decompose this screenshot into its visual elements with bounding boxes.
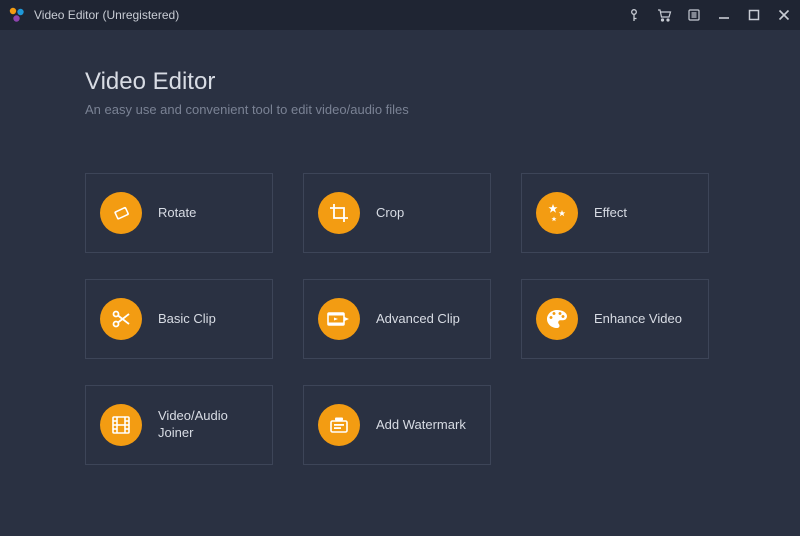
tile-watermark[interactable]: Add Watermark <box>303 385 491 465</box>
key-icon[interactable] <box>626 7 642 23</box>
tile-label: Effect <box>594 205 627 222</box>
advanced-clip-icon <box>318 298 360 340</box>
tile-effect[interactable]: Effect <box>521 173 709 253</box>
tile-joiner[interactable]: Video/Audio Joiner <box>85 385 273 465</box>
tile-rotate[interactable]: Rotate <box>85 173 273 253</box>
tile-label: Add Watermark <box>376 417 466 434</box>
tile-label: Crop <box>376 205 404 222</box>
page-subtitle: An easy use and convenient tool to edit … <box>85 102 715 117</box>
tile-label: Advanced Clip <box>376 311 460 328</box>
tile-label: Basic Clip <box>158 311 216 328</box>
page-title: Video Editor <box>85 68 715 96</box>
close-icon[interactable] <box>776 7 792 23</box>
window-title: Video Editor (Unregistered) <box>34 8 626 22</box>
watermark-icon <box>318 404 360 446</box>
minimize-icon[interactable] <box>716 7 732 23</box>
cart-icon[interactable] <box>656 7 672 23</box>
titlebar-actions <box>626 7 792 23</box>
tool-grid: Rotate Crop Effect <box>85 173 715 465</box>
rotate-icon <box>100 192 142 234</box>
titlebar: Video Editor (Unregistered) <box>0 0 800 30</box>
tile-label: Enhance Video <box>594 311 682 328</box>
crop-icon <box>318 192 360 234</box>
tile-basic-clip[interactable]: Basic Clip <box>85 279 273 359</box>
tile-label: Rotate <box>158 205 196 222</box>
main-content: Video Editor An easy use and convenient … <box>0 30 800 465</box>
menu-icon[interactable] <box>686 7 702 23</box>
tile-advanced-clip[interactable]: Advanced Clip <box>303 279 491 359</box>
film-icon <box>100 404 142 446</box>
app-logo-icon <box>8 6 26 24</box>
palette-icon <box>536 298 578 340</box>
tile-crop[interactable]: Crop <box>303 173 491 253</box>
tile-label: Video/Audio Joiner <box>158 408 258 442</box>
tile-enhance-video[interactable]: Enhance Video <box>521 279 709 359</box>
effect-icon <box>536 192 578 234</box>
maximize-icon[interactable] <box>746 7 762 23</box>
scissors-icon <box>100 298 142 340</box>
